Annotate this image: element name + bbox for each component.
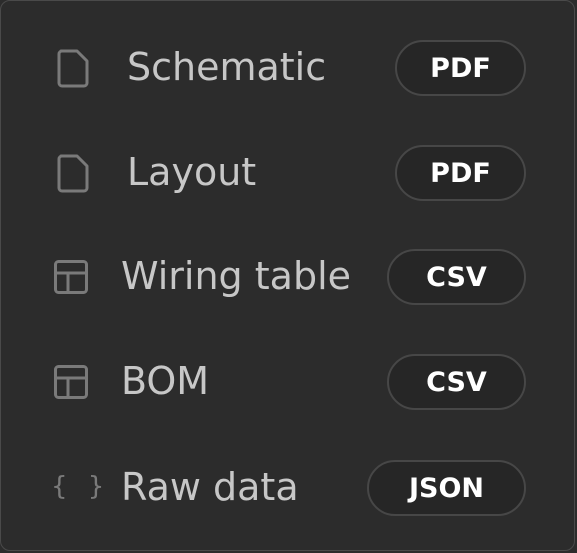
format-badge: CSV [387,354,526,410]
file-icon [57,49,89,88]
file-icon [57,154,89,193]
menu-item-wiring-table[interactable]: Wiring table CSV [1,247,576,307]
format-badge: JSON [367,460,526,516]
menu-item-bom[interactable]: BOM CSV [1,352,576,412]
format-badge: CSV [387,249,526,305]
menu-item-label: Raw data [121,465,299,510]
menu-item-raw-data[interactable]: { } Raw data JSON [1,458,576,518]
export-menu: Schematic PDF Layout PDF Wiring table CS… [0,0,575,551]
table-icon [54,260,88,294]
menu-item-layout[interactable]: Layout PDF [1,143,576,203]
menu-item-schematic[interactable]: Schematic PDF [1,38,576,98]
menu-item-label: Schematic [127,45,327,90]
menu-item-label: Wiring table [121,254,352,299]
format-badge: PDF [395,145,526,201]
braces-icon: { } [51,471,111,502]
format-badge: PDF [395,40,526,96]
menu-item-label: BOM [121,359,210,404]
menu-item-label: Layout [127,150,257,195]
table-icon [54,365,88,399]
